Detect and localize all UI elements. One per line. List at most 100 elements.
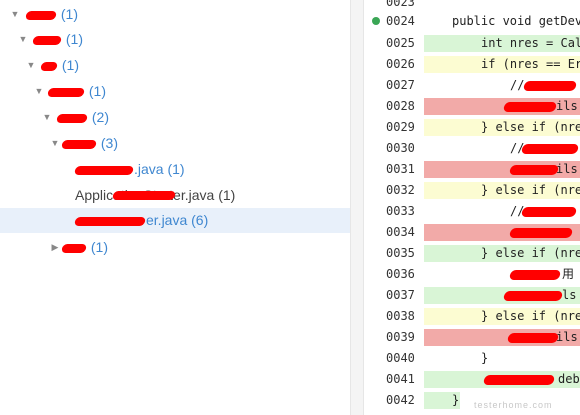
tree-row-count: (1) xyxy=(88,83,107,99)
line-number: 0031 xyxy=(386,162,415,176)
chevron-down-icon[interactable]: ▼ xyxy=(49,131,61,156)
redaction-mark xyxy=(482,375,556,385)
tree-row-file-1[interactable]: .java (1) xyxy=(0,157,350,182)
line-number: 0032 xyxy=(386,183,415,197)
code-text: ils xyxy=(556,330,578,344)
chevron-down-icon[interactable]: ▼ xyxy=(25,53,37,78)
redaction-mark xyxy=(508,165,560,175)
line-number: 0038 xyxy=(386,309,415,323)
code-line: 0034 xyxy=(364,222,580,243)
code-line: 0032 } else if (nre xyxy=(364,180,580,201)
tree-row-root[interactable]: ▼ (1) xyxy=(0,2,350,27)
redaction-mark xyxy=(506,333,560,343)
tree-row-file-selected[interactable]: er.java (6) xyxy=(0,208,350,233)
line-number: 0040 xyxy=(386,351,415,365)
redaction-mark xyxy=(74,165,134,175)
line-number: 0026 xyxy=(386,57,415,71)
code-line: 0031 ils xyxy=(364,159,580,180)
code-line: 0027 // xyxy=(364,75,580,96)
code-line: 0028 ils xyxy=(364,96,580,117)
redaction-mark xyxy=(74,216,146,226)
tree-row-count: (1) xyxy=(61,57,80,73)
code-text: deb xyxy=(558,372,580,386)
line-number: 0033 xyxy=(386,204,415,218)
code-text: } else if (nre xyxy=(481,120,580,134)
tree-row-package-4[interactable]: ▼ (1) xyxy=(0,79,350,104)
chevron-down-icon[interactable]: ▼ xyxy=(17,27,29,52)
code-line: 0041 deb xyxy=(364,369,580,390)
code-text: } else if (nre xyxy=(481,183,580,197)
tree-row-package-util[interactable]: ▶ (1) xyxy=(0,235,350,260)
tree-row-package-5[interactable]: ▼ (2) xyxy=(0,105,350,130)
code-text: ils xyxy=(556,99,578,113)
code-line: 0030 // xyxy=(364,138,580,159)
redaction-mark xyxy=(47,87,85,97)
coverage-tree-panel: ▼ (1) ▼ (1) ▼ (1) ▼ (1) ▼ (2) ▼ (3) .jav… xyxy=(0,0,350,415)
code-view: 0023 0024 public void getDev 0025 int nr… xyxy=(364,0,580,415)
code-text: if (nres == Er xyxy=(481,57,580,71)
tree-row-count: (2) xyxy=(91,109,110,125)
code-text: public void getDev xyxy=(452,14,580,28)
redaction-mark xyxy=(502,102,558,112)
tree-row-com[interactable]: ▼ (1) xyxy=(0,27,350,52)
redaction-mark xyxy=(522,81,578,91)
chevron-down-icon[interactable]: ▼ xyxy=(33,79,45,104)
line-number: 0041 xyxy=(386,372,415,386)
redaction-mark xyxy=(502,291,564,301)
code-line: 0037 ls xyxy=(364,285,580,306)
tree-row-label: er.java xyxy=(146,212,188,228)
code-text: } xyxy=(452,393,460,407)
redaction-mark xyxy=(520,144,580,154)
line-number: 0028 xyxy=(386,99,415,113)
code-line: 0040 } xyxy=(364,348,580,369)
pane-splitter[interactable] xyxy=(350,0,364,415)
code-line: 0026 if (nres == Er xyxy=(364,54,580,75)
code-text: 用 xyxy=(562,267,575,281)
tree-row-count: (3) xyxy=(100,135,119,151)
breakpoint-dot-icon[interactable] xyxy=(372,17,380,25)
code-text: ils xyxy=(556,162,578,176)
chevron-down-icon[interactable]: ▼ xyxy=(41,105,53,130)
tree-row-count: (1) xyxy=(167,161,185,177)
line-number: 0039 xyxy=(386,330,415,344)
code-text: // xyxy=(510,78,525,92)
line-number: 0029 xyxy=(386,120,415,134)
tree-row-label: .java xyxy=(134,161,164,177)
tree-row-count: (1) xyxy=(218,187,236,203)
line-number: 0030 xyxy=(386,141,415,155)
chevron-right-icon[interactable]: ▶ xyxy=(49,235,61,260)
redaction-mark xyxy=(508,270,562,280)
code-line: 0038 } else if (nre xyxy=(364,306,580,327)
line-number: 0035 xyxy=(386,246,415,260)
tree-row-package-3[interactable]: ▼ (1) xyxy=(0,53,350,78)
tree-row-count: (1) xyxy=(90,239,109,255)
code-text: } else if (nre xyxy=(481,246,580,260)
redaction-mark xyxy=(25,10,57,20)
code-line: 0024 public void getDev xyxy=(364,11,580,32)
redaction-mark xyxy=(508,228,574,238)
code-text: } xyxy=(481,351,489,365)
redaction-mark xyxy=(40,61,58,71)
tree-row-package-6[interactable]: ▼ (3) xyxy=(0,131,350,156)
chevron-down-icon[interactable]: ▼ xyxy=(9,2,21,27)
code-line: 0036 用 xyxy=(364,264,580,285)
code-line: 0035 } else if (nre xyxy=(364,243,580,264)
tree-row-count: (1) xyxy=(60,6,79,22)
tree-row-file-application-starter[interactable]: ApplicationStarter.java (1) xyxy=(0,183,350,208)
redaction-mark xyxy=(520,207,578,217)
tree-row-count: (1) xyxy=(65,31,84,47)
line-number: 0024 xyxy=(386,14,415,28)
code-line: 0039 ils xyxy=(364,327,580,348)
line-number: 0037 xyxy=(386,288,415,302)
code-text: int nres = Cal xyxy=(481,36,580,50)
redaction-mark xyxy=(112,191,176,200)
line-number: 0036 xyxy=(386,267,415,281)
redaction-mark xyxy=(61,139,97,149)
line-number: 0027 xyxy=(386,78,415,92)
line-number: 0042 xyxy=(386,393,415,407)
line-number: 0034 xyxy=(386,225,415,239)
redaction-mark xyxy=(61,243,87,253)
watermark: testerhome.com xyxy=(474,400,553,410)
redaction-mark xyxy=(32,35,62,45)
code-text: ls xyxy=(562,288,577,302)
